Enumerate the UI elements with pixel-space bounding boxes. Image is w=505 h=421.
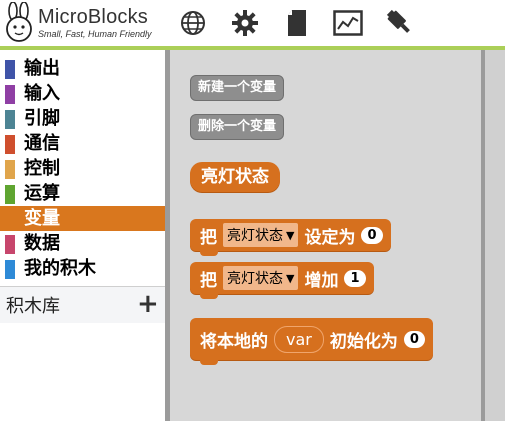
local-variable-block[interactable]: 将本地的 var 初始化为 0: [190, 318, 433, 365]
category-label: 控制: [24, 158, 60, 179]
new-variable-button[interactable]: 新建一个变量: [190, 75, 285, 101]
category-swatch: [5, 110, 15, 129]
category-label: 运算: [24, 183, 60, 204]
change-variable-block[interactable]: 把 亮灯状态 ▼ 增加 1: [190, 262, 374, 299]
category-input[interactable]: 输入: [0, 81, 165, 106]
category-label: 数据: [24, 233, 60, 254]
category-label: 引脚: [24, 108, 60, 129]
category-label: 输出: [24, 58, 60, 79]
category-label: 变量: [24, 208, 60, 229]
category-pins[interactable]: 引脚: [0, 106, 165, 131]
category-swatch: [5, 160, 15, 179]
variable-dropdown[interactable]: 亮灯状态 ▼: [223, 266, 299, 290]
block-label: 把: [200, 270, 217, 291]
block-label: 将本地的: [200, 331, 268, 352]
app-brand: MicroBlocks: [38, 6, 148, 28]
category-swatch: [5, 185, 15, 204]
usb-icon[interactable]: [385, 8, 415, 38]
block-label: 设定为: [304, 227, 356, 248]
value-slot[interactable]: 0: [361, 226, 383, 244]
category-output[interactable]: 输出: [0, 56, 165, 81]
library-label: 积木库: [6, 296, 60, 317]
app-tagline: Small, Fast, Human Friendly: [38, 29, 152, 39]
block-label: 增加: [304, 270, 339, 291]
variable-reporter-block[interactable]: 亮灯状态: [190, 162, 280, 192]
scripting-area[interactable]: [485, 50, 505, 421]
category-my-blocks[interactable]: 我的积木: [0, 256, 165, 281]
local-variable-name[interactable]: var: [274, 325, 324, 353]
library-list: [0, 323, 165, 421]
gear-icon[interactable]: [230, 8, 260, 38]
category-swatch: [5, 135, 15, 154]
category-swatch: [5, 235, 15, 254]
category-swatch: [5, 85, 15, 104]
library-header: 积木库 +: [0, 286, 165, 323]
block-label: 初始化为: [329, 331, 398, 352]
dropdown-value: 亮灯状态: [227, 271, 283, 287]
add-library-button[interactable]: +: [137, 289, 159, 319]
file-icon[interactable]: [282, 8, 312, 38]
graph-icon[interactable]: [333, 8, 363, 38]
category-control[interactable]: 控制: [0, 156, 165, 181]
category-swatch: [5, 210, 15, 229]
category-list: 输出 输入 引脚 通信 控制 运算 变量 数据 我的积木: [0, 50, 165, 286]
set-variable-block[interactable]: 把 亮灯状态 ▼ 设定为 0: [190, 219, 391, 256]
category-variables[interactable]: 变量: [0, 206, 165, 231]
delete-variable-button[interactable]: 删除一个变量: [190, 114, 285, 140]
category-label: 通信: [24, 133, 60, 154]
category-label: 我的积木: [24, 258, 96, 279]
top-bar: MicroBlocks Small, Fast, Human Friendly: [0, 0, 505, 46]
value-slot[interactable]: 1: [344, 269, 366, 287]
category-swatch: [5, 60, 15, 79]
globe-icon[interactable]: [178, 8, 208, 38]
category-label: 输入: [24, 83, 60, 104]
value-slot[interactable]: 0: [403, 330, 425, 348]
category-data[interactable]: 数据: [0, 231, 165, 256]
dropdown-arrow-icon: ▼: [286, 271, 295, 285]
category-comm[interactable]: 通信: [0, 131, 165, 156]
microblocks-logo-icon: [3, 1, 35, 42]
category-swatch: [5, 260, 15, 279]
dropdown-arrow-icon: ▼: [286, 228, 295, 242]
block-label: 把: [200, 227, 217, 248]
variable-dropdown[interactable]: 亮灯状态 ▼: [223, 223, 299, 247]
category-operators[interactable]: 运算: [0, 181, 165, 206]
dropdown-value: 亮灯状态: [227, 228, 283, 244]
